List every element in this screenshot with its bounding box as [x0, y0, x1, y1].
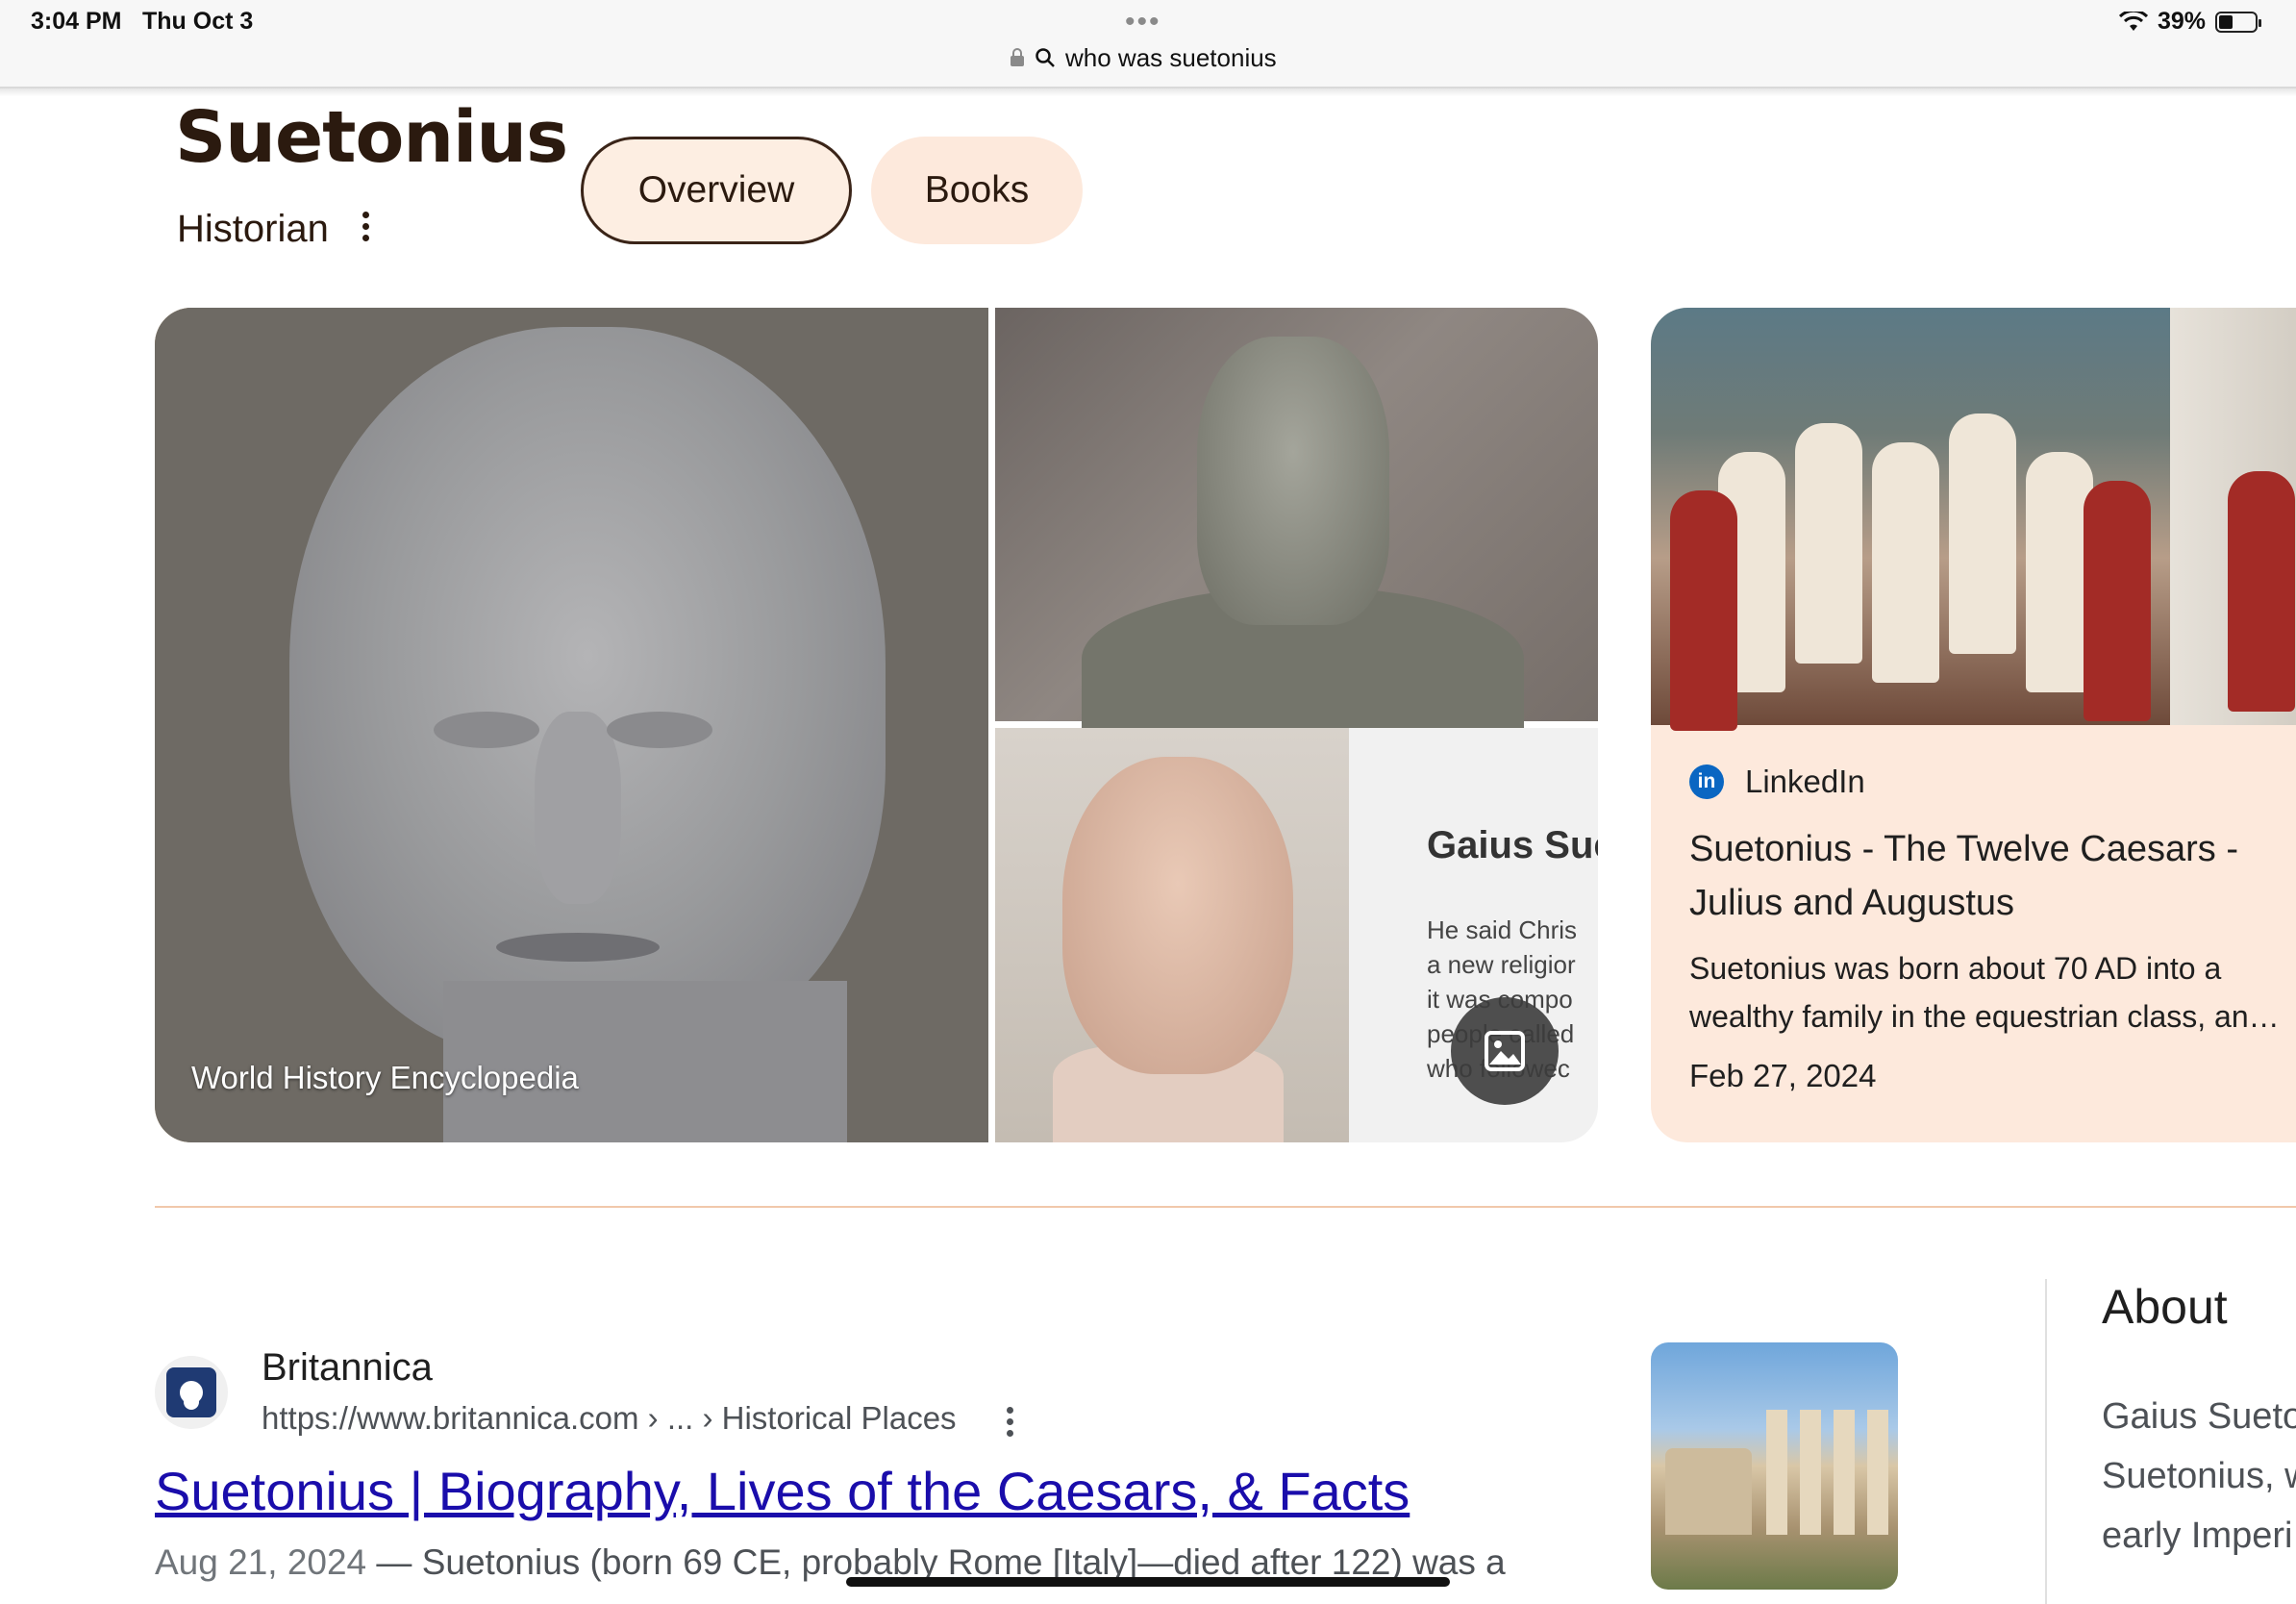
status-date: Thu Oct 3 — [142, 8, 254, 35]
tab-books[interactable]: Books — [871, 137, 1083, 244]
about-heading: About — [2102, 1280, 2228, 1334]
image-caesar-bust[interactable]: Gaius Sue He said Chris a new religior i… — [995, 728, 1598, 1142]
address-bar[interactable]: who was suetonius — [1010, 42, 1277, 73]
status-time: 3:04 PM — [31, 8, 122, 35]
wifi-icon — [2118, 11, 2148, 31]
result-thumbnail-image[interactable] — [1651, 1342, 1898, 1590]
more-options-icon[interactable] — [356, 202, 375, 250]
image-helmeted-bust[interactable] — [995, 308, 1598, 731]
image-caesar-assassination-painting — [1651, 308, 2296, 731]
more-images-button[interactable] — [1451, 997, 1559, 1105]
toolbar-shadow — [0, 88, 2296, 96]
card-date: Feb 27, 2024 — [1689, 1058, 1877, 1093]
battery-fill — [2219, 14, 2233, 29]
home-indicator[interactable] — [846, 1577, 1450, 1587]
result-url[interactable]: https://www.britannica.com › ... › Histo… — [262, 1400, 957, 1437]
card-source-name: LinkedIn — [1745, 764, 1865, 799]
section-divider — [155, 1206, 2296, 1208]
card-source: in LinkedIn — [1689, 764, 1865, 800]
about-text: Gaius Sueto Suetonius, w early Imperi — [2102, 1396, 2296, 1556]
result-site-name[interactable]: Britannica — [262, 1346, 433, 1390]
address-query: who was suetonius — [1065, 42, 1277, 72]
browser-top-bar: 3:04 PM Thu Oct 3 ••• who was suetonius … — [0, 0, 2296, 88]
result-more-options-icon[interactable] — [1000, 1400, 1019, 1442]
battery-percent: 39% — [2157, 8, 2206, 35]
entity-title: Suetonius — [175, 96, 568, 179]
card-snippet: Suetonius was born about 70 AD into a we… — [1689, 951, 2280, 1034]
lock-icon — [1011, 48, 1024, 66]
britannica-favicon — [155, 1356, 228, 1429]
status-right: 39% — [2118, 8, 2261, 36]
card-title: Suetonius - The Twelve Caesars - Julius … — [1689, 829, 2238, 923]
image-source-caption: World History Encyclopedia — [191, 1060, 579, 1095]
image-main-bust[interactable]: World History Encyclopedia — [155, 308, 988, 1142]
image-mosaic: World History Encyclopedia Gaius Sue He … — [155, 308, 1598, 1142]
linkedin-icon: in — [1689, 764, 1724, 799]
entity-subtitle: Historian — [177, 208, 329, 250]
multitask-dots-icon[interactable]: ••• — [1125, 8, 1161, 37]
image-gallery-icon — [1485, 1031, 1525, 1071]
search-icon — [1036, 48, 1055, 67]
result-title-link[interactable]: Suetonius | Biography, Lives of the Caes… — [155, 1460, 1410, 1522]
about-separator — [2045, 1279, 2047, 1604]
tab-overview[interactable]: Overview — [581, 137, 852, 244]
linkedin-result-card[interactable]: in LinkedIn Suetonius - The Twelve Caesa… — [1651, 308, 2296, 1142]
image-overlay-title: Gaius Sue — [1427, 824, 1598, 866]
battery-icon — [2215, 11, 2261, 33]
